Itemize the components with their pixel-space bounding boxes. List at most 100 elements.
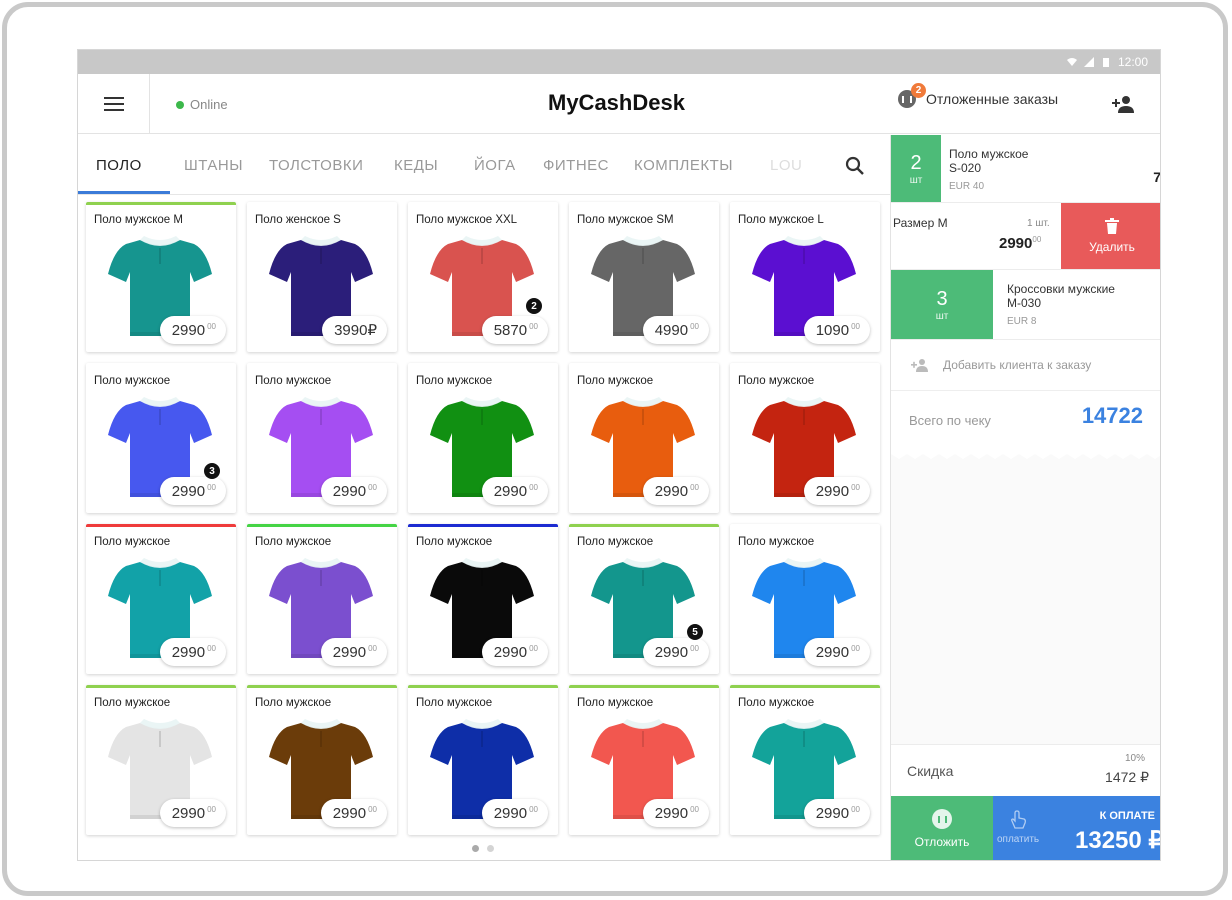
- price-value: 2990: [654, 804, 689, 822]
- product-card[interactable]: Поло мужское 2990 00: [86, 524, 236, 674]
- price-value: 2990: [332, 643, 367, 661]
- product-name: Поло мужское: [255, 536, 332, 548]
- product-card[interactable]: Поло мужское 2990 00: [569, 685, 719, 835]
- cart-item-2-swiped[interactable]: Размер M 1 шт. 299000 Удалить: [891, 203, 1160, 270]
- product-card[interactable]: Поло мужское 2990 00 5: [569, 524, 719, 674]
- online-dot-icon: [176, 100, 184, 109]
- wifi-icon: [1066, 58, 1077, 66]
- product-name: Поло мужское: [577, 536, 654, 548]
- delete-button[interactable]: Удалить: [1061, 203, 1160, 269]
- item-sku: M-030: [1007, 296, 1042, 310]
- app-bar: Online MyCashDesk 2 Отложенные заказы: [78, 74, 1160, 134]
- product-card[interactable]: Поло мужское 2990 00: [408, 363, 558, 513]
- product-card[interactable]: Поло мужское 2990 00: [730, 363, 880, 513]
- product-card[interactable]: Поло мужское 2990 00: [247, 524, 397, 674]
- product-card[interactable]: Поло мужское L 1090 00: [730, 202, 880, 352]
- product-name: Поло мужское: [416, 697, 493, 709]
- product-price: 2990 00: [159, 316, 226, 344]
- product-card[interactable]: Поло мужское 2990 00: [247, 685, 397, 835]
- item-price-cents: 00: [1032, 235, 1042, 244]
- cart-item-1[interactable]: 2 шт Поло мужское S-020 EUR 40 7: [891, 135, 1160, 203]
- pay-amount: 13250 ₽: [1075, 827, 1161, 854]
- price-cents: 00: [529, 644, 538, 653]
- product-name: Поло мужское: [94, 375, 171, 387]
- product-card[interactable]: Поло мужское 2990 00: [730, 685, 880, 835]
- product-card[interactable]: Поло мужское 2990 00: [569, 363, 719, 513]
- product-card[interactable]: Поло мужское 2990 00: [247, 363, 397, 513]
- product-price: 2990 00: [159, 638, 226, 666]
- cart-item-3[interactable]: 3 шт Кроссовки мужские M-030 EUR 8: [891, 270, 1160, 340]
- product-price: 5870 00: [481, 316, 548, 344]
- app-screen: 12:00 Online MyCashDesk 2 Отложенные зак…: [77, 49, 1161, 861]
- price-cents: 00: [207, 483, 216, 492]
- price-value: 2990: [171, 804, 206, 822]
- defer-order-button[interactable]: Отложить: [891, 796, 993, 860]
- tab-hoodies[interactable]: ТОЛСТОВКИ: [269, 157, 363, 174]
- tab-yoga[interactable]: ЙОГА: [474, 157, 516, 174]
- search-icon[interactable]: [844, 155, 866, 177]
- cart-qty-badge: 5: [687, 624, 703, 640]
- price-cents: 00: [851, 322, 860, 331]
- price-value: 2990: [171, 643, 206, 661]
- product-name: Поло мужское: [255, 697, 332, 709]
- page-dot-1[interactable]: [472, 845, 479, 852]
- add-user-icon[interactable]: [1112, 94, 1136, 114]
- product-name: Поло мужское: [738, 697, 815, 709]
- tab-pants[interactable]: ШТАНЫ: [184, 157, 243, 174]
- product-card[interactable]: Поло мужское 2990 00: [408, 685, 558, 835]
- add-client-button[interactable]: Добавить клиента к заказу: [891, 340, 1160, 390]
- discount-row[interactable]: Скидка 10% 1472 ₽: [891, 744, 1160, 796]
- category-color-bar: [86, 524, 236, 527]
- item-name-text: Поло мужское: [949, 147, 1029, 161]
- deferred-orders-button[interactable]: 2 Отложенные заказы: [898, 83, 1058, 108]
- product-price: 2990 00: [481, 799, 548, 827]
- price-cents: 00: [690, 483, 699, 492]
- product-card[interactable]: Поло мужское 2990 00: [86, 685, 236, 835]
- category-color-bar: [730, 685, 880, 688]
- product-price: 3990₽: [322, 316, 387, 344]
- product-price: 2990 00: [320, 638, 387, 666]
- price-cents: 00: [690, 322, 699, 331]
- price-cents: 00: [529, 483, 538, 492]
- price-cents: 00: [368, 805, 377, 814]
- page-indicator: [472, 845, 494, 852]
- tab-lou[interactable]: LOU: [770, 157, 802, 174]
- product-price: 1090 00: [803, 316, 870, 344]
- price-value: 4990: [654, 321, 689, 339]
- product-price: 2990 00: [642, 477, 709, 505]
- product-card[interactable]: Поло мужское SM 4990 00: [569, 202, 719, 352]
- page-dot-2[interactable]: [487, 845, 494, 852]
- product-card[interactable]: Поло женское S 3990₽: [247, 202, 397, 352]
- pause-icon: 2: [898, 83, 926, 108]
- tab-polo[interactable]: ПОЛО: [96, 157, 142, 174]
- product-card[interactable]: Поло мужское XXL 5870 00 2: [408, 202, 558, 352]
- product-card[interactable]: Поло мужское 2990 00: [730, 524, 880, 674]
- tab-sneakers[interactable]: КЕДЫ: [394, 157, 438, 174]
- pay-hint: оплатить: [997, 810, 1039, 845]
- product-card[interactable]: Поло мужское 2990 00: [408, 524, 558, 674]
- price-value: 2990: [332, 804, 367, 822]
- product-card[interactable]: Поло мужское M 2990 00: [86, 202, 236, 352]
- price-value: 2990: [493, 643, 528, 661]
- product-card[interactable]: Поло мужское 2990 00 3: [86, 363, 236, 513]
- category-color-bar: [569, 524, 719, 527]
- connection-status-label: Online: [190, 97, 228, 112]
- product-price: 2990 00: [642, 638, 709, 666]
- defer-label: Отложить: [914, 835, 970, 849]
- product-name: Поло мужское: [416, 536, 493, 548]
- qty-unit: шт: [909, 174, 923, 186]
- price-value: 2990: [815, 804, 850, 822]
- product-name: Поло мужское: [577, 697, 654, 709]
- item-currency: EUR 8: [1007, 316, 1037, 327]
- product-name: Поло мужское: [255, 375, 332, 387]
- menu-button[interactable]: [78, 74, 150, 134]
- add-client-label: Добавить клиента к заказу: [943, 358, 1092, 372]
- tab-sets[interactable]: КОМПЛЕКТЫ: [634, 157, 733, 174]
- product-price: 2990 00: [481, 477, 548, 505]
- category-color-bar: [247, 685, 397, 688]
- product-name: Поло мужское M: [94, 214, 183, 226]
- pay-button[interactable]: оплатить К ОПЛАТЕ 13250 ₽: [993, 796, 1161, 860]
- trash-icon: [1105, 218, 1119, 234]
- tab-fitness[interactable]: ФИТНЕС: [543, 157, 609, 174]
- cart-qty-badge: 2: [526, 298, 542, 314]
